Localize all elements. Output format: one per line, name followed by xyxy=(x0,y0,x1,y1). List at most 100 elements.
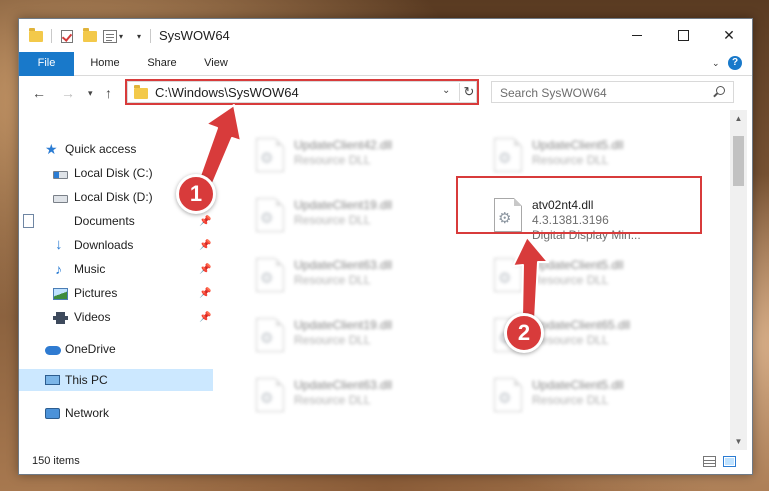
maximize-button[interactable] xyxy=(660,19,706,52)
sidebar-item-downloads[interactable]: ↓ Downloads 📌 xyxy=(19,234,213,256)
file-name: UpdateClient63.dll xyxy=(294,378,393,392)
title-bar: ▾ ▾ SysWOW64 ✕ xyxy=(19,19,752,52)
dll-file-icon xyxy=(256,198,284,232)
file-type: Resource DLL xyxy=(294,393,371,407)
sidebar-item-network[interactable]: Network xyxy=(19,402,213,424)
this-pc-icon xyxy=(45,375,60,385)
up-arrow-icon[interactable]: ↑ xyxy=(105,85,112,101)
search-box[interactable]: Search SysWOW64 xyxy=(491,81,734,103)
sidebar-item-documents[interactable]: Documents 📌 xyxy=(19,210,213,232)
dll-file-icon xyxy=(494,258,522,292)
dll-file-icon xyxy=(256,318,284,352)
sidebar-item-label: Quick access xyxy=(65,142,137,156)
sidebar-item-label: Music xyxy=(74,262,106,276)
expand-ribbon-icon[interactable]: ⌄ xyxy=(712,58,720,69)
sidebar-item-this-pc[interactable]: This PC xyxy=(19,369,213,391)
details-view-icon[interactable] xyxy=(703,456,716,467)
status-bar: 150 items xyxy=(19,450,752,474)
pin-icon[interactable]: 📌 xyxy=(199,312,211,323)
file-name: UpdateClient19.dll xyxy=(294,198,393,212)
pin-icon[interactable]: 📌 xyxy=(199,264,211,275)
navigation-pane: ★ Quick access Local Disk (C:) 📌 Local D… xyxy=(19,110,213,450)
pin-icon[interactable]: 📌 xyxy=(199,288,211,299)
quick-access-folder-icon[interactable] xyxy=(29,27,43,44)
dll-file-icon xyxy=(256,138,284,172)
sidebar-item-quick-access[interactable]: ★ Quick access xyxy=(19,138,213,160)
back-arrow-icon[interactable]: ← xyxy=(32,85,46,101)
annotation-badge-1: 1 xyxy=(176,174,216,214)
file-type: Resource DLL xyxy=(532,153,609,167)
sidebar-item-pictures[interactable]: Pictures 📌 xyxy=(19,282,213,304)
file-type: Resource DLL xyxy=(294,153,371,167)
sidebar-item-onedrive[interactable]: OneDrive xyxy=(19,338,213,360)
file-item[interactable]: UpdateClient63.dll Resource DLL xyxy=(246,372,456,424)
dll-file-icon xyxy=(494,378,522,412)
new-folder-icon[interactable] xyxy=(83,27,97,44)
file-explorer-window: ▾ ▾ SysWOW64 ✕ File Home Share View ⌄ ? … xyxy=(18,18,753,475)
title-separator xyxy=(51,29,52,43)
scroll-thumb[interactable] xyxy=(733,136,744,186)
pictures-icon xyxy=(53,287,68,300)
file-item[interactable]: UpdateClient63.dll Resource DLL xyxy=(246,252,456,304)
tab-view[interactable]: View xyxy=(192,52,240,75)
search-icon[interactable] xyxy=(716,86,725,95)
file-name: UpdateClient5.dll xyxy=(532,378,624,392)
file-type: Resource DLL xyxy=(294,213,371,227)
videos-icon xyxy=(53,311,68,324)
tab-home[interactable]: Home xyxy=(78,52,132,75)
sidebar-item-label: Local Disk (C:) xyxy=(74,166,153,180)
dll-file-icon xyxy=(494,138,522,172)
pin-icon[interactable]: 📌 xyxy=(199,240,211,251)
file-list: UpdateClient42.dll Resource DLL UpdateCl… xyxy=(216,110,729,450)
sidebar-item-label: Downloads xyxy=(74,238,134,252)
item-count: 150 items xyxy=(32,455,80,467)
window-title: SysWOW64 xyxy=(159,28,230,43)
sidebar-item-label: Documents xyxy=(74,214,135,228)
star-icon: ★ xyxy=(45,141,58,157)
pin-icon[interactable]: 📌 xyxy=(199,216,211,227)
file-name: UpdateClient5.dll xyxy=(532,258,624,272)
ribbon-tabs: File Home Share View ⌄ ? xyxy=(19,52,752,104)
file-item[interactable]: UpdateClient5.dll Resource DLL xyxy=(484,252,694,304)
sidebar-item-label: Network xyxy=(65,406,110,420)
file-type: Resource DLL xyxy=(294,273,371,287)
sidebar-item-label: This PC xyxy=(65,373,108,387)
search-placeholder: Search SysWOW64 xyxy=(500,86,607,100)
annotation-badge-2: 2 xyxy=(504,313,544,353)
sidebar-item-label: OneDrive xyxy=(65,342,116,356)
help-icon[interactable]: ? xyxy=(728,56,742,70)
close-button[interactable]: ✕ xyxy=(706,19,752,52)
sidebar-item-label: Videos xyxy=(74,310,111,324)
file-item[interactable]: UpdateClient19.dll Resource DLL xyxy=(246,192,456,244)
file-type: Resource DLL xyxy=(532,273,609,287)
properties-check-icon[interactable] xyxy=(61,28,73,44)
file-item[interactable]: UpdateClient5.dll Resource DLL xyxy=(484,372,694,424)
file-name: UpdateClient65.dll xyxy=(532,318,631,332)
drive-icon xyxy=(53,195,68,203)
file-name: UpdateClient63.dll xyxy=(294,258,393,272)
file-highlight-box xyxy=(456,176,702,234)
tab-share[interactable]: Share xyxy=(136,52,188,75)
toolbar-dropdown-icon[interactable]: ▾ xyxy=(135,28,141,44)
sidebar-item-videos[interactable]: Videos 📌 xyxy=(19,306,213,328)
music-icon: ♪ xyxy=(55,261,62,277)
scroll-up-icon[interactable]: ▲ xyxy=(730,110,747,127)
sidebar-item-music[interactable]: ♪ Music 📌 xyxy=(19,258,213,280)
file-item[interactable]: UpdateClient42.dll Resource DLL xyxy=(246,132,456,184)
large-icons-view-icon[interactable] xyxy=(723,456,736,467)
sidebar-item-label: Local Disk (D:) xyxy=(74,190,153,204)
dll-file-icon xyxy=(256,378,284,412)
file-item[interactable]: UpdateClient19.dll Resource DLL xyxy=(246,312,456,364)
drive-icon xyxy=(53,171,68,179)
address-highlight-box xyxy=(125,79,479,105)
customize-toolbar-icon[interactable]: ▾ xyxy=(103,28,123,44)
title-separator xyxy=(150,29,151,43)
forward-arrow-icon[interactable]: → xyxy=(61,85,75,101)
dll-file-icon xyxy=(256,258,284,292)
vertical-scrollbar[interactable]: ▲ ▼ xyxy=(730,110,747,450)
file-name: UpdateClient19.dll xyxy=(294,318,393,332)
recent-locations-icon[interactable]: ▾ xyxy=(88,88,93,99)
minimize-button[interactable] xyxy=(614,19,660,52)
scroll-down-icon[interactable]: ▼ xyxy=(730,433,747,450)
navigation-bar: ← → ▾ ↑ C:\Windows\SysWOW64 ⌄ ↻ Search S… xyxy=(19,76,752,110)
